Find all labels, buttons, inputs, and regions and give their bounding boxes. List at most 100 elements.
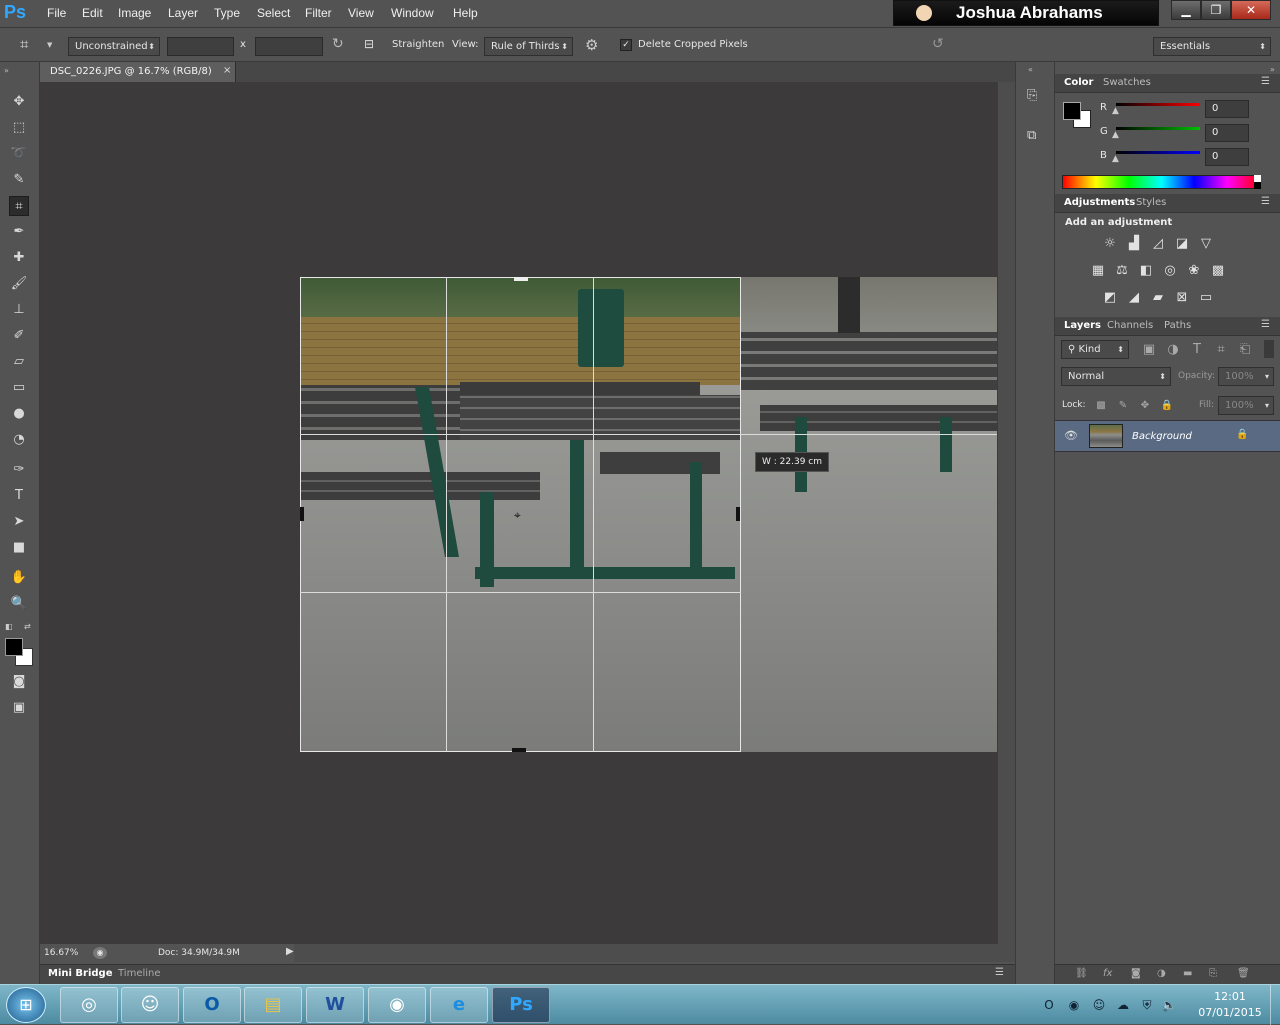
menu-help[interactable]: Help xyxy=(453,6,478,20)
blend-mode-select[interactable]: Normal ⬍ xyxy=(1061,367,1171,386)
path-selection-tool-icon[interactable]: ➤ xyxy=(9,512,29,532)
contacts-icon[interactable]: ☺ xyxy=(121,987,179,1023)
word-icon[interactable]: W xyxy=(306,987,364,1023)
photoshop-taskbar-icon[interactable]: Ps xyxy=(492,987,550,1023)
volume-icon[interactable]: 🔈 xyxy=(1161,997,1177,1013)
new-layer-icon[interactable]: ⎘ xyxy=(1209,968,1217,979)
dodge-tool-icon[interactable]: ◔ xyxy=(9,430,29,450)
invert-icon[interactable]: ◩ xyxy=(1102,291,1118,305)
filter-type-icon[interactable]: T xyxy=(1189,343,1205,357)
show-desktop-button[interactable] xyxy=(1270,985,1280,1025)
link-layers-icon[interactable]: ⛓ xyxy=(1075,968,1088,979)
menu-select[interactable]: Select xyxy=(257,6,290,20)
posterize-icon[interactable]: ◢ xyxy=(1126,291,1142,305)
red-slider[interactable] xyxy=(1116,103,1200,106)
crop-tool-preset-icon[interactable]: ⌗ xyxy=(20,35,40,55)
menu-edit[interactable]: Edit xyxy=(82,6,103,20)
height-input[interactable] xyxy=(255,37,323,56)
trash-icon[interactable]: 🗑 xyxy=(1237,968,1250,979)
document-image[interactable]: ⌖ xyxy=(300,277,997,752)
eyedropper-tool-icon[interactable]: ✒ xyxy=(9,222,29,242)
lock-position-icon[interactable]: ✥ xyxy=(1137,399,1153,413)
filter-pixel-icon[interactable]: ▣ xyxy=(1141,343,1157,357)
layer-filter-select[interactable]: ⚲ Kind ⬍ xyxy=(1061,340,1129,359)
collapse-arrows-icon[interactable]: » xyxy=(4,66,9,75)
cloud-tray-icon[interactable]: ☁ xyxy=(1115,997,1131,1013)
hand-tool-icon[interactable]: ✋ xyxy=(9,568,29,588)
status-menu-arrow-icon[interactable]: ▶ xyxy=(286,946,294,957)
eraser-tool-icon[interactable]: ▱ xyxy=(9,352,29,372)
clone-stamp-tool-icon[interactable]: ⊥ xyxy=(9,300,29,320)
add-mask-icon[interactable]: ◙ xyxy=(1131,968,1141,979)
expand-arrows-icon[interactable]: « xyxy=(1028,65,1033,74)
history-brush-tool-icon[interactable]: ✐ xyxy=(9,326,29,346)
panel-menu-icon[interactable]: ☰ xyxy=(1261,76,1270,87)
menu-view[interactable]: View xyxy=(348,6,374,20)
slider-thumb-icon[interactable]: ▲ xyxy=(1112,154,1119,164)
filter-smart-icon[interactable]: ⎗ xyxy=(1237,343,1253,357)
quick-mask-icon[interactable]: ◙ xyxy=(9,672,29,692)
screen-mode-icon[interactable]: ▣ xyxy=(9,698,29,718)
properties-panel-icon[interactable]: ⧉ xyxy=(1027,128,1045,146)
close-tab-icon[interactable]: × xyxy=(223,65,231,76)
color-spectrum[interactable] xyxy=(1062,175,1261,189)
straighten-icon[interactable]: ⊟ xyxy=(364,37,382,53)
panel-menu-icon[interactable]: ☰ xyxy=(995,967,1004,978)
vibrance-icon[interactable]: ▽ xyxy=(1198,237,1214,251)
brush-tool-icon[interactable]: 🖌 xyxy=(9,274,29,294)
history-panel-icon[interactable]: ⎘ xyxy=(1027,88,1045,106)
minimize-button[interactable]: ▁ xyxy=(1171,0,1201,20)
marquee-tool-icon[interactable]: ⬚ xyxy=(9,118,29,138)
color-fg-swatch[interactable] xyxy=(1063,102,1081,120)
move-tool-icon[interactable]: ✥ xyxy=(9,92,29,112)
media-player-icon[interactable]: ◉ xyxy=(368,987,426,1023)
red-value-input[interactable]: 0 xyxy=(1205,100,1249,118)
filter-shape-icon[interactable]: ⌗ xyxy=(1213,343,1229,357)
document-tab[interactable]: DSC_0226.JPG @ 16.7% (RGB/8) × xyxy=(40,62,236,82)
menu-type[interactable]: Type xyxy=(214,6,240,20)
swap-colors-icon[interactable]: ⇄ xyxy=(24,622,31,631)
foreground-color-swatch[interactable] xyxy=(5,638,23,656)
preset-dropdown-icon[interactable]: ▼ xyxy=(47,41,52,49)
swap-icon[interactable]: ↻ xyxy=(332,36,350,54)
delete-cropped-checkbox[interactable]: ✓ xyxy=(620,39,632,51)
tab-adjustments[interactable]: Adjustments xyxy=(1064,197,1135,208)
horizontal-scrollbar[interactable] xyxy=(294,944,1015,962)
slider-thumb-icon[interactable]: ▲ xyxy=(1112,106,1119,116)
crop-tool-icon[interactable]: ⌗ xyxy=(9,196,29,216)
tab-mini-bridge[interactable]: Mini Bridge xyxy=(48,968,113,979)
collapse-dock-icon[interactable]: » xyxy=(1270,65,1275,74)
eye-tray-icon[interactable]: ◉ xyxy=(1066,997,1082,1013)
layer-name[interactable]: Background xyxy=(1132,431,1192,442)
curves-icon[interactable]: ◿ xyxy=(1150,237,1166,251)
tab-color[interactable]: Color xyxy=(1064,77,1093,88)
vertical-scrollbar[interactable] xyxy=(998,82,1015,944)
panel-menu-icon[interactable]: ☰ xyxy=(1261,196,1270,207)
lasso-tool-icon[interactable]: ➰ xyxy=(9,144,29,164)
file-explorer-icon[interactable]: ▤ xyxy=(244,987,302,1023)
clock-time[interactable]: 12:01 xyxy=(1200,990,1260,1003)
crop-handle-bottom[interactable] xyxy=(512,748,526,752)
blue-value-input[interactable]: 0 xyxy=(1205,148,1249,166)
close-button[interactable]: ✕ xyxy=(1231,0,1271,20)
pen-tool-icon[interactable]: ✑ xyxy=(9,460,29,480)
new-adjustment-icon[interactable]: ◑ xyxy=(1157,968,1166,979)
zoom-tool-icon[interactable]: 🔍 xyxy=(9,594,29,614)
panel-menu-icon[interactable]: ☰ xyxy=(1261,319,1270,330)
exposure-icon[interactable]: ◪ xyxy=(1174,237,1190,251)
type-tool-icon[interactable]: T xyxy=(9,486,29,506)
green-slider[interactable] xyxy=(1116,127,1200,130)
menu-file[interactable]: File xyxy=(47,6,66,20)
levels-icon[interactable]: ▟ xyxy=(1126,237,1142,251)
crop-handle-left[interactable] xyxy=(300,507,304,521)
tab-styles[interactable]: Styles xyxy=(1136,197,1166,208)
zoom-level[interactable]: 16.67% xyxy=(44,948,78,958)
security-tray-icon[interactable]: ⛨ xyxy=(1139,997,1155,1013)
hue-saturation-icon[interactable]: ▦ xyxy=(1090,264,1106,278)
clock-date[interactable]: 07/01/2015 xyxy=(1195,1006,1265,1019)
user-tray-icon[interactable]: ☺ xyxy=(1091,997,1107,1013)
rectangle-tool-icon[interactable]: ■ xyxy=(9,538,29,558)
spectrum-black[interactable] xyxy=(1254,182,1261,189)
filter-adjustment-icon[interactable]: ◑ xyxy=(1165,343,1181,357)
menu-filter[interactable]: Filter xyxy=(305,6,332,20)
